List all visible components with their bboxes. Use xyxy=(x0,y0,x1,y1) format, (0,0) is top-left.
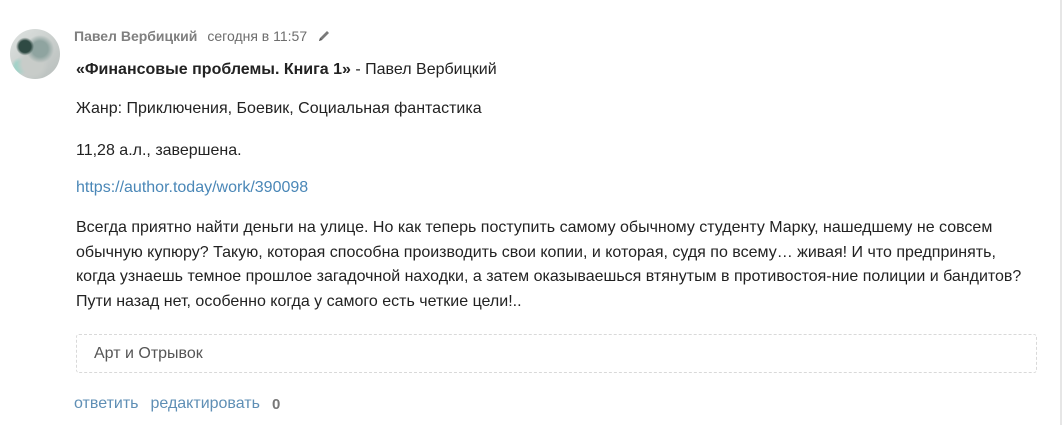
avatar[interactable] xyxy=(10,29,60,79)
book-author: - Павел Вербицкий xyxy=(350,61,497,78)
comment-date: сегодня в 11:57 xyxy=(207,28,308,44)
pencil-icon[interactable] xyxy=(317,29,331,43)
comment-actions: ответить редактировать 0 xyxy=(74,395,280,413)
reply-link[interactable]: ответить xyxy=(74,395,139,413)
book-link[interactable]: https://author.today/work/390098 xyxy=(76,176,308,200)
book-title: «Финансовые проблемы. Книга 1» xyxy=(76,61,351,78)
book-size: 11,28 а.л., завершена. xyxy=(76,142,242,159)
comment-rating: 0 xyxy=(271,395,281,413)
book-genre: Жанр: Приключения, Боевик, Социальная фа… xyxy=(76,100,482,117)
comment-meta: Павел Вербицкий сегодня в 11:57 xyxy=(74,27,331,45)
book-title-line: «Финансовые проблемы. Книга 1» - Павел В… xyxy=(76,58,497,82)
spoiler-label[interactable]: Арт и Отрывок xyxy=(94,345,203,363)
book-description: Всегда приятно найти деньги на улице. Но… xyxy=(76,219,1022,310)
author-name[interactable]: Павел Вербицкий xyxy=(74,28,197,44)
edit-link[interactable]: редактировать xyxy=(151,395,260,413)
spoiler-block[interactable]: Арт и Отрывок xyxy=(76,334,1037,373)
